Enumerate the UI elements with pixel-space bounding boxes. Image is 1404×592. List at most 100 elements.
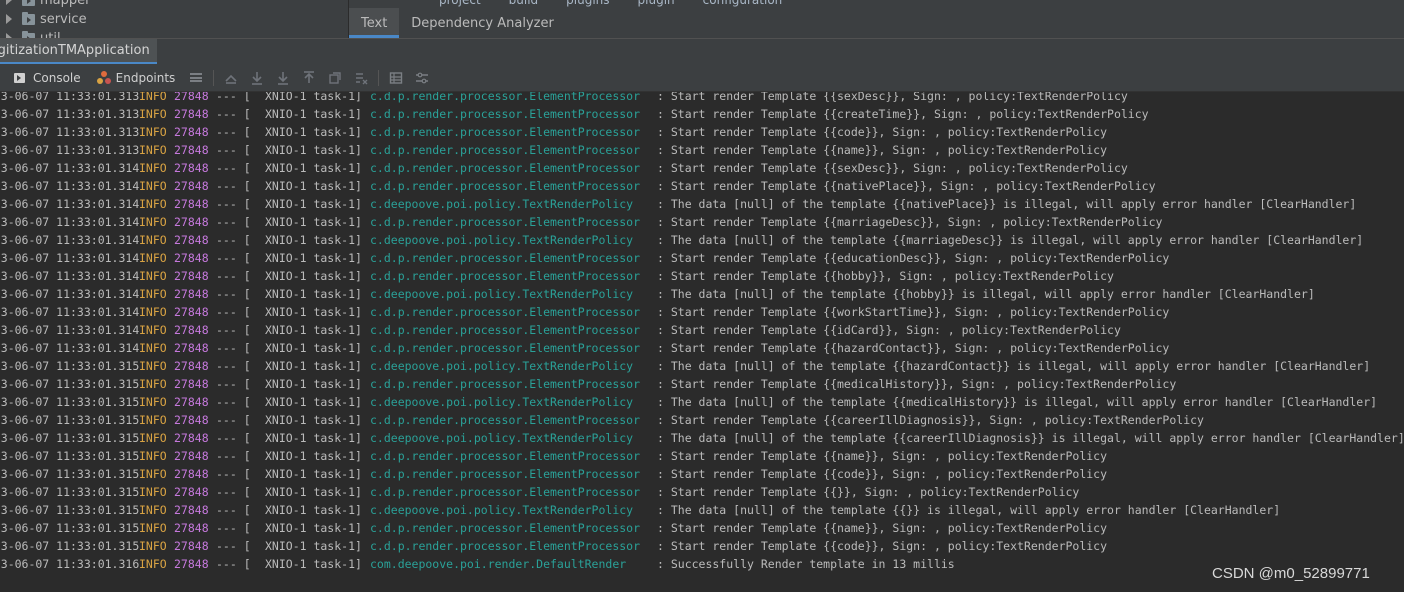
- log-logger[interactable]: c.d.p.render.processor.ElementProcessor: [370, 105, 640, 123]
- log-logger[interactable]: c.deepoove.poi.policy.TextRenderPolicy: [370, 393, 633, 411]
- scroll-up-icon[interactable]: [218, 64, 244, 92]
- log-message: : Start render Template {{sexDesc}}, Sig…: [657, 92, 1128, 103]
- log-thread: XNIO-1 task-1]: [265, 269, 362, 283]
- log-timestamp: 2023-06-07 11:33:01.315: [0, 449, 140, 463]
- expand-arrow-icon[interactable]: [6, 0, 12, 5]
- log-separator: --- [: [216, 305, 251, 319]
- log-separator: --- [: [216, 395, 251, 409]
- log-level: INFO: [139, 251, 167, 265]
- log-logger[interactable]: c.d.p.render.processor.ElementProcessor: [370, 375, 640, 393]
- upload-icon[interactable]: [296, 64, 322, 92]
- tab-dependency-analyzer[interactable]: Dependency Analyzer: [399, 8, 566, 38]
- log-logger[interactable]: c.deepoove.poi.policy.TextRenderPolicy: [370, 195, 633, 213]
- tab-text[interactable]: Text: [349, 8, 400, 38]
- log-row: 2023-06-07 11:33:01.314INFO 27848 --- [XNI…: [0, 213, 1404, 231]
- log-message: : The data [null] of the template {{marr…: [657, 233, 1364, 247]
- log-level: INFO: [139, 197, 167, 211]
- log-thread: XNIO-1 task-1]: [265, 233, 362, 247]
- log-logger[interactable]: c.d.p.render.processor.ElementProcessor: [370, 92, 640, 105]
- log-pid: 27848: [174, 539, 209, 553]
- log-logger[interactable]: c.d.p.render.processor.ElementProcessor: [370, 537, 640, 555]
- clear-icon[interactable]: [348, 64, 374, 92]
- breadcrumb-item[interactable]: project: [439, 0, 481, 7]
- log-logger[interactable]: c.d.p.render.processor.ElementProcessor: [370, 465, 640, 483]
- log-level: INFO: [139, 503, 167, 517]
- log-logger[interactable]: c.d.p.render.processor.ElementProcessor: [370, 159, 640, 177]
- log-separator: --- [: [216, 431, 251, 445]
- log-timestamp: 2023-06-07 11:33:01.314: [0, 251, 140, 265]
- run-tab-application[interactable]: DigitizationTMApplication ×: [0, 39, 157, 65]
- breadcrumb-item[interactable]: build: [509, 0, 539, 7]
- log-message: : The data [null] of the template {{nati…: [657, 197, 1357, 211]
- expand-arrow-icon[interactable]: [6, 14, 12, 24]
- tree-item-service[interactable]: service: [6, 10, 87, 28]
- log-logger[interactable]: c.d.p.render.processor.ElementProcessor: [370, 483, 640, 501]
- log-timestamp: 2023-06-07 11:33:01.315: [0, 503, 140, 517]
- settings-sliders-icon[interactable]: [409, 64, 435, 92]
- log-message: : The data [null] of the template {{care…: [657, 431, 1404, 445]
- log-message: : Start render Template {{name}}, Sign: …: [657, 521, 1108, 535]
- log-row: 2023-06-07 11:33:01.314INFO 27848 --- [XNI…: [0, 249, 1404, 267]
- log-logger[interactable]: c.d.p.render.processor.ElementProcessor: [370, 411, 640, 429]
- log-message: : Start render Template {{marriageDesc}}…: [657, 215, 1163, 229]
- log-logger[interactable]: c.d.p.render.processor.ElementProcessor: [370, 177, 640, 195]
- log-logger[interactable]: c.d.p.render.processor.ElementProcessor: [370, 339, 640, 357]
- log-logger[interactable]: c.d.p.render.processor.ElementProcessor: [370, 123, 640, 141]
- log-logger[interactable]: c.d.p.render.processor.ElementProcessor: [370, 141, 640, 159]
- log-logger[interactable]: c.d.p.render.processor.ElementProcessor: [370, 249, 640, 267]
- log-logger[interactable]: c.deepoove.poi.policy.TextRenderPolicy: [370, 429, 633, 447]
- log-pid: 27848: [174, 269, 209, 283]
- log-pid: 27848: [174, 521, 209, 535]
- log-row: 2023-06-07 11:33:01.315INFO 27848 --- [XNI…: [0, 537, 1404, 555]
- log-timestamp: 2023-06-07 11:33:01.315: [0, 395, 140, 409]
- breadcrumb-item[interactable]: plugins: [566, 0, 609, 7]
- menu-icon[interactable]: [183, 64, 209, 92]
- console-output[interactable]: 2023-06-07 11:33:01.313 INFO 27848 --- [ XNI…: [0, 92, 1404, 592]
- tree-item-util[interactable]: util: [6, 29, 61, 38]
- toolbar-divider: [213, 69, 215, 86]
- log-logger[interactable]: c.d.p.render.processor.ElementProcessor: [370, 303, 640, 321]
- log-logger[interactable]: c.d.p.render.processor.ElementProcessor: [370, 267, 640, 285]
- table-icon[interactable]: [383, 64, 409, 92]
- log-row: 2023-06-07 11:33:01.314INFO 27848 --- [XNI…: [0, 321, 1404, 339]
- log-row: 2023-06-07 11:33:01.315INFO 27848 --- [XNI…: [0, 501, 1404, 519]
- log-pid: 27848: [174, 557, 209, 571]
- log-logger[interactable]: c.d.p.render.processor.ElementProcessor: [370, 321, 640, 339]
- log-separator: --- [: [216, 233, 251, 247]
- log-logger[interactable]: c.d.p.render.processor.ElementProcessor: [370, 519, 640, 537]
- log-level: INFO: [139, 179, 167, 193]
- close-icon[interactable]: ×: [156, 44, 157, 58]
- breadcrumb-item[interactable]: plugin: [638, 0, 675, 7]
- console-icon: [14, 72, 25, 83]
- log-logger[interactable]: c.deepoove.poi.policy.TextRenderPolicy: [370, 285, 633, 303]
- log-timestamp: 2023-06-07 11:33:01.315: [0, 467, 140, 481]
- log-pid: 27848: [174, 233, 209, 247]
- log-thread: XNIO-1 task-1]: [265, 521, 362, 535]
- breadcrumb-item[interactable]: configuration: [703, 0, 783, 7]
- log-logger[interactable]: c.d.p.render.processor.ElementProcessor: [370, 447, 640, 465]
- download-icon[interactable]: [270, 64, 296, 92]
- log-logger[interactable]: c.d.p.render.processor.ElementProcessor: [370, 213, 640, 231]
- log-level: INFO: [139, 233, 167, 247]
- tree-item-mapper[interactable]: mapper: [6, 0, 90, 9]
- scroll-to-end-icon[interactable]: [244, 64, 270, 92]
- tab-console[interactable]: Console: [0, 64, 89, 92]
- log-logger[interactable]: c.deepoove.poi.policy.TextRenderPolicy: [370, 501, 633, 519]
- restore-icon[interactable]: [322, 64, 348, 92]
- log-thread: XNIO-1 task-1]: [265, 92, 362, 103]
- log-row: 2023-06-07 11:33:01.314INFO 27848 --- [XNI…: [0, 339, 1404, 357]
- run-tab-bar: DigitizationTMApplication ×: [0, 38, 1404, 65]
- log-logger[interactable]: c.deepoove.poi.policy.TextRenderPolicy: [370, 357, 633, 375]
- log-timestamp: 2023-06-07 11:33:01.313: [0, 107, 140, 121]
- log-message: : Successfully Render template in 13 mil…: [657, 557, 955, 571]
- tab-endpoints[interactable]: Endpoints: [89, 64, 184, 92]
- log-level: INFO: [139, 557, 167, 571]
- log-timestamp: 2023-06-07 11:33:01.314: [0, 323, 140, 337]
- project-tree: mapper service util: [0, 0, 349, 38]
- log-thread: XNIO-1 task-1]: [265, 431, 362, 445]
- log-thread: XNIO-1 task-1]: [265, 125, 362, 139]
- log-level: INFO: [139, 125, 167, 139]
- log-timestamp: 2023-06-07 11:33:01.314: [0, 197, 140, 211]
- log-logger[interactable]: c.deepoove.poi.policy.TextRenderPolicy: [370, 231, 633, 249]
- log-logger[interactable]: com.deepoove.poi.render.DefaultRender: [370, 555, 626, 573]
